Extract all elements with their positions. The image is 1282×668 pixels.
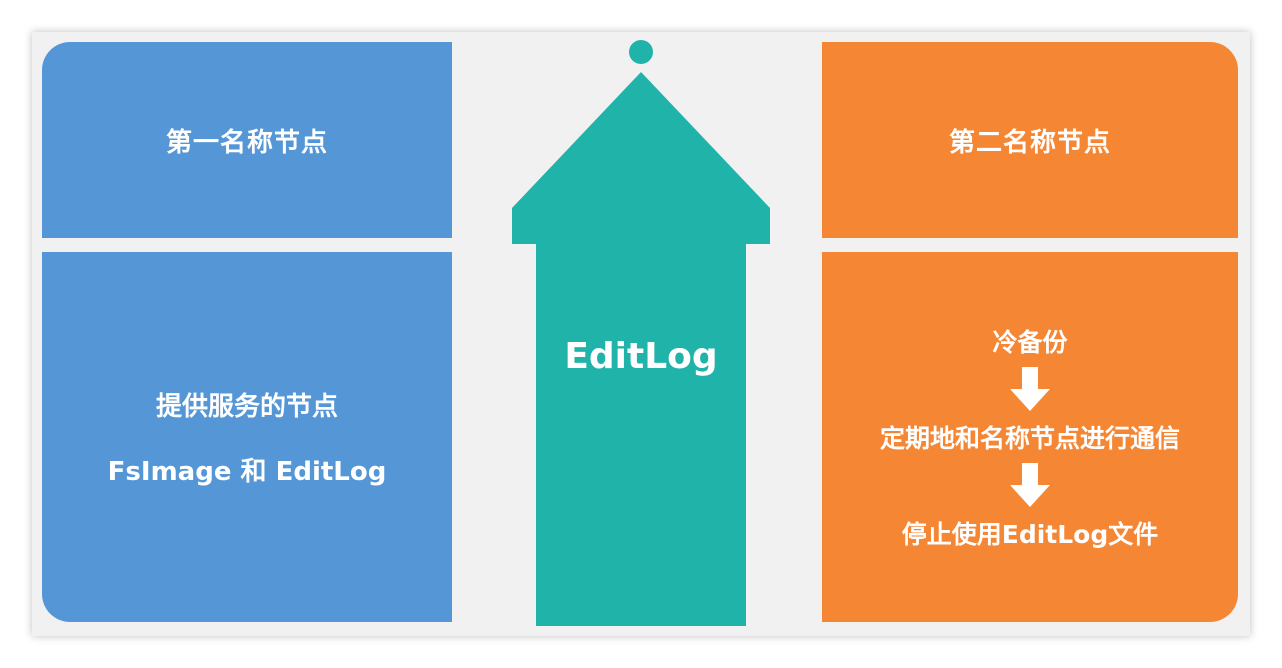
flow-step-communicate: 定期地和名称节点进行通信 bbox=[879, 424, 1180, 453]
primary-namenode-role: 提供服务的节点 bbox=[155, 392, 338, 422]
editlog-arrow: EditLog bbox=[510, 36, 772, 626]
primary-namenode-title: 第一名称节点 bbox=[165, 127, 328, 158]
editlog-label: EditLog bbox=[564, 336, 718, 377]
secondary-namenode-body: 冷备份 定期地和名称节点进行通信 停止使用EditLog文件 bbox=[822, 252, 1238, 622]
secondary-namenode-title: 第二名称节点 bbox=[948, 127, 1111, 158]
down-arrow-icon bbox=[1010, 463, 1050, 507]
flow-step-cold-backup: 冷备份 bbox=[992, 328, 1068, 357]
primary-namenode-files: FsImage 和 EditLog bbox=[107, 457, 387, 487]
secondary-namenode-header: 第二名称节点 bbox=[822, 42, 1238, 238]
flow-step-stop-editlog: 停止使用EditLog文件 bbox=[901, 520, 1159, 549]
primary-namenode-header: 第一名称节点 bbox=[42, 42, 452, 238]
primary-namenode-body: 提供服务的节点 FsImage 和 EditLog bbox=[42, 252, 452, 622]
up-arrow-icon bbox=[512, 40, 770, 626]
down-arrow-icon bbox=[1010, 367, 1050, 411]
